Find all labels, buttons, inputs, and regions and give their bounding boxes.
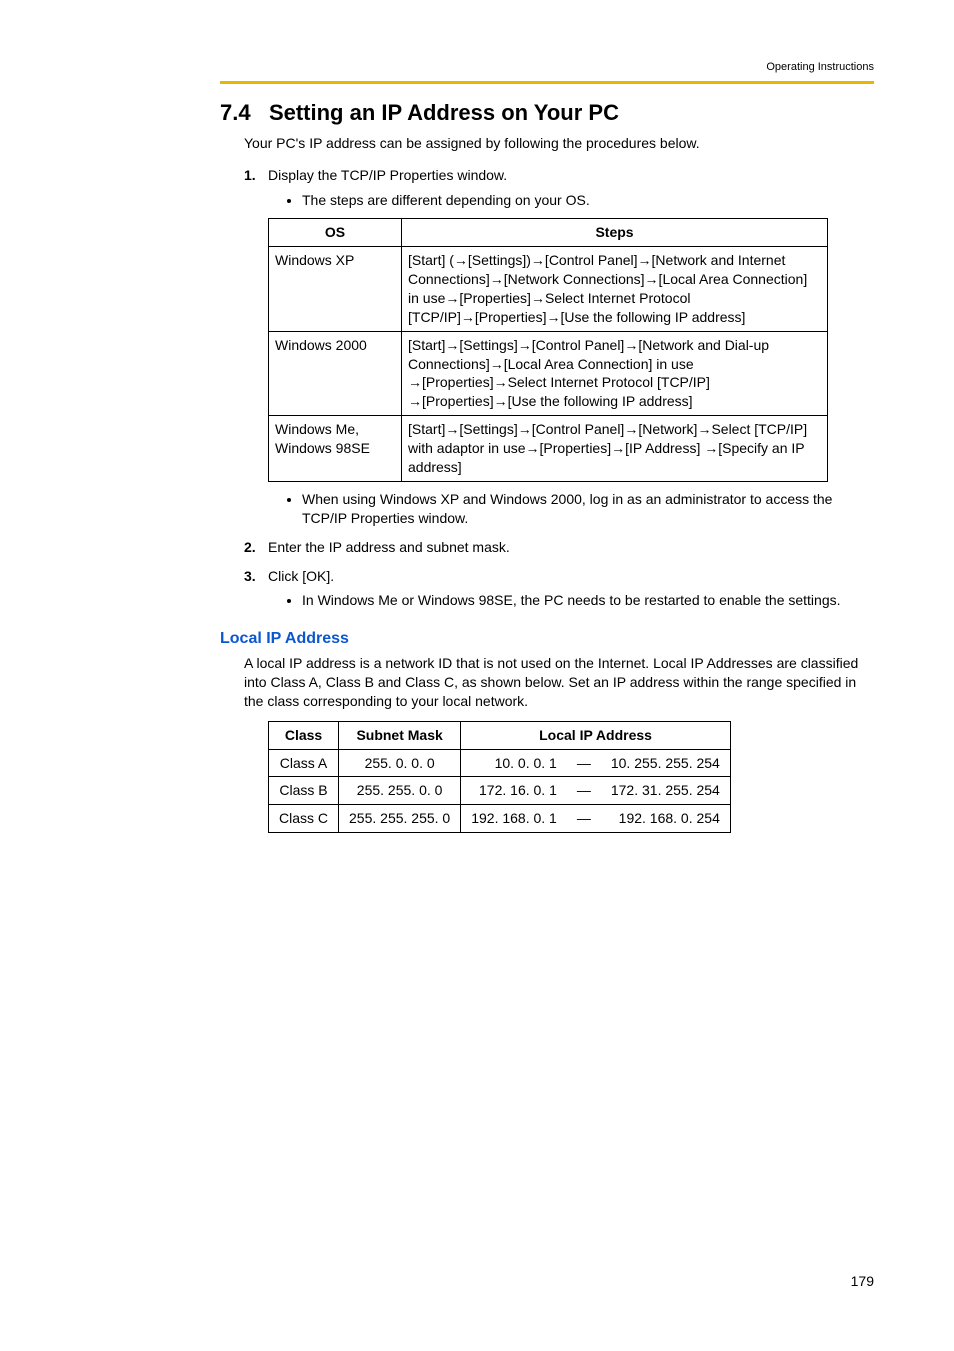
steps-list: 1.Display the TCP/IP Properties window. … — [244, 166, 874, 610]
mask-header: Subnet Mask — [339, 721, 461, 749]
document-page: Operating Instructions 7.4 Setting an IP… — [0, 0, 954, 1351]
ip-from-cell: 10. 0. 0. 1 — [461, 749, 567, 777]
ip-from-cell: 172. 16. 0. 1 — [461, 777, 567, 805]
table-header-row: Class Subnet Mask Local IP Address — [269, 721, 731, 749]
steps-cell: [Start]→[Settings]→[Control Panel]→[Netw… — [402, 331, 828, 416]
mask-cell: 255. 255. 0. 0 — [339, 777, 461, 805]
section-number: 7.4 — [220, 100, 251, 125]
step-1-bullet: The steps are different depending on you… — [302, 191, 874, 210]
os-header: OS — [269, 219, 402, 247]
table-row: Class B 255. 255. 0. 0 172. 16. 0. 1 — 1… — [269, 777, 731, 805]
step-3: 3.Click [OK]. In Windows Me or Windows 9… — [244, 567, 874, 611]
local-ip-header: Local IP Address — [461, 721, 731, 749]
os-cell: Windows Me, Windows 98SE — [269, 416, 402, 482]
table-header-row: OS Steps — [269, 219, 828, 247]
step-text: Click [OK]. — [268, 568, 334, 584]
class-header: Class — [269, 721, 339, 749]
local-ip-intro: A local IP address is a network ID that … — [244, 654, 874, 711]
step-number: 1. — [244, 166, 268, 185]
table-row: Class C 255. 255. 255. 0 192. 168. 0. 1 … — [269, 805, 731, 833]
running-header: Operating Instructions — [220, 60, 874, 75]
steps-cell: [Start]→[Settings]→[Control Panel]→[Netw… — [402, 416, 828, 482]
os-cell: Windows XP — [269, 247, 402, 332]
os-cell: Windows 2000 — [269, 331, 402, 416]
table-row: Class A 255. 0. 0. 0 10. 0. 0. 1 — 10. 2… — [269, 749, 731, 777]
mask-cell: 255. 255. 255. 0 — [339, 805, 461, 833]
ip-sep-cell: — — [567, 749, 601, 777]
table-row: Windows 2000 [Start]→[Settings]→[Control… — [269, 331, 828, 416]
os-steps-table: OS Steps Windows XP [Start] (→[Settings]… — [268, 218, 828, 482]
ip-sep-cell: — — [567, 805, 601, 833]
class-cell: Class A — [269, 749, 339, 777]
class-cell: Class C — [269, 805, 339, 833]
step-1-bullet-2: When using Windows XP and Windows 2000, … — [302, 490, 874, 528]
step-1: 1.Display the TCP/IP Properties window. … — [244, 166, 874, 527]
section-intro: Your PC's IP address can be assigned by … — [244, 134, 874, 153]
step-number: 2. — [244, 538, 268, 557]
step-text: Display the TCP/IP Properties window. — [268, 167, 507, 183]
local-ip-heading: Local IP Address — [220, 628, 874, 650]
ip-to-cell: 192. 168. 0. 254 — [601, 805, 731, 833]
step-2: 2.Enter the IP address and subnet mask. — [244, 538, 874, 557]
ip-sep-cell: — — [567, 777, 601, 805]
step-number: 3. — [244, 567, 268, 586]
ip-from-cell: 192. 168. 0. 1 — [461, 805, 567, 833]
step-text: Enter the IP address and subnet mask. — [268, 539, 510, 555]
steps-cell: [Start] (→[Settings])→[Control Panel]→[N… — [402, 247, 828, 332]
page-number: 179 — [851, 1272, 874, 1291]
ip-class-table: Class Subnet Mask Local IP Address Class… — [268, 721, 731, 834]
steps-header: Steps — [402, 219, 828, 247]
ip-to-cell: 172. 31. 255. 254 — [601, 777, 731, 805]
section-title: 7.4 Setting an IP Address on Your PC — [220, 98, 874, 128]
class-cell: Class B — [269, 777, 339, 805]
table-row: Windows Me, Windows 98SE [Start]→[Settin… — [269, 416, 828, 482]
section-heading-text: Setting an IP Address on Your PC — [269, 100, 619, 125]
step-3-bullet: In Windows Me or Windows 98SE, the PC ne… — [302, 591, 874, 610]
table-row: Windows XP [Start] (→[Settings])→[Contro… — [269, 247, 828, 332]
mask-cell: 255. 0. 0. 0 — [339, 749, 461, 777]
ip-to-cell: 10. 255. 255. 254 — [601, 749, 731, 777]
top-rule — [220, 81, 874, 84]
